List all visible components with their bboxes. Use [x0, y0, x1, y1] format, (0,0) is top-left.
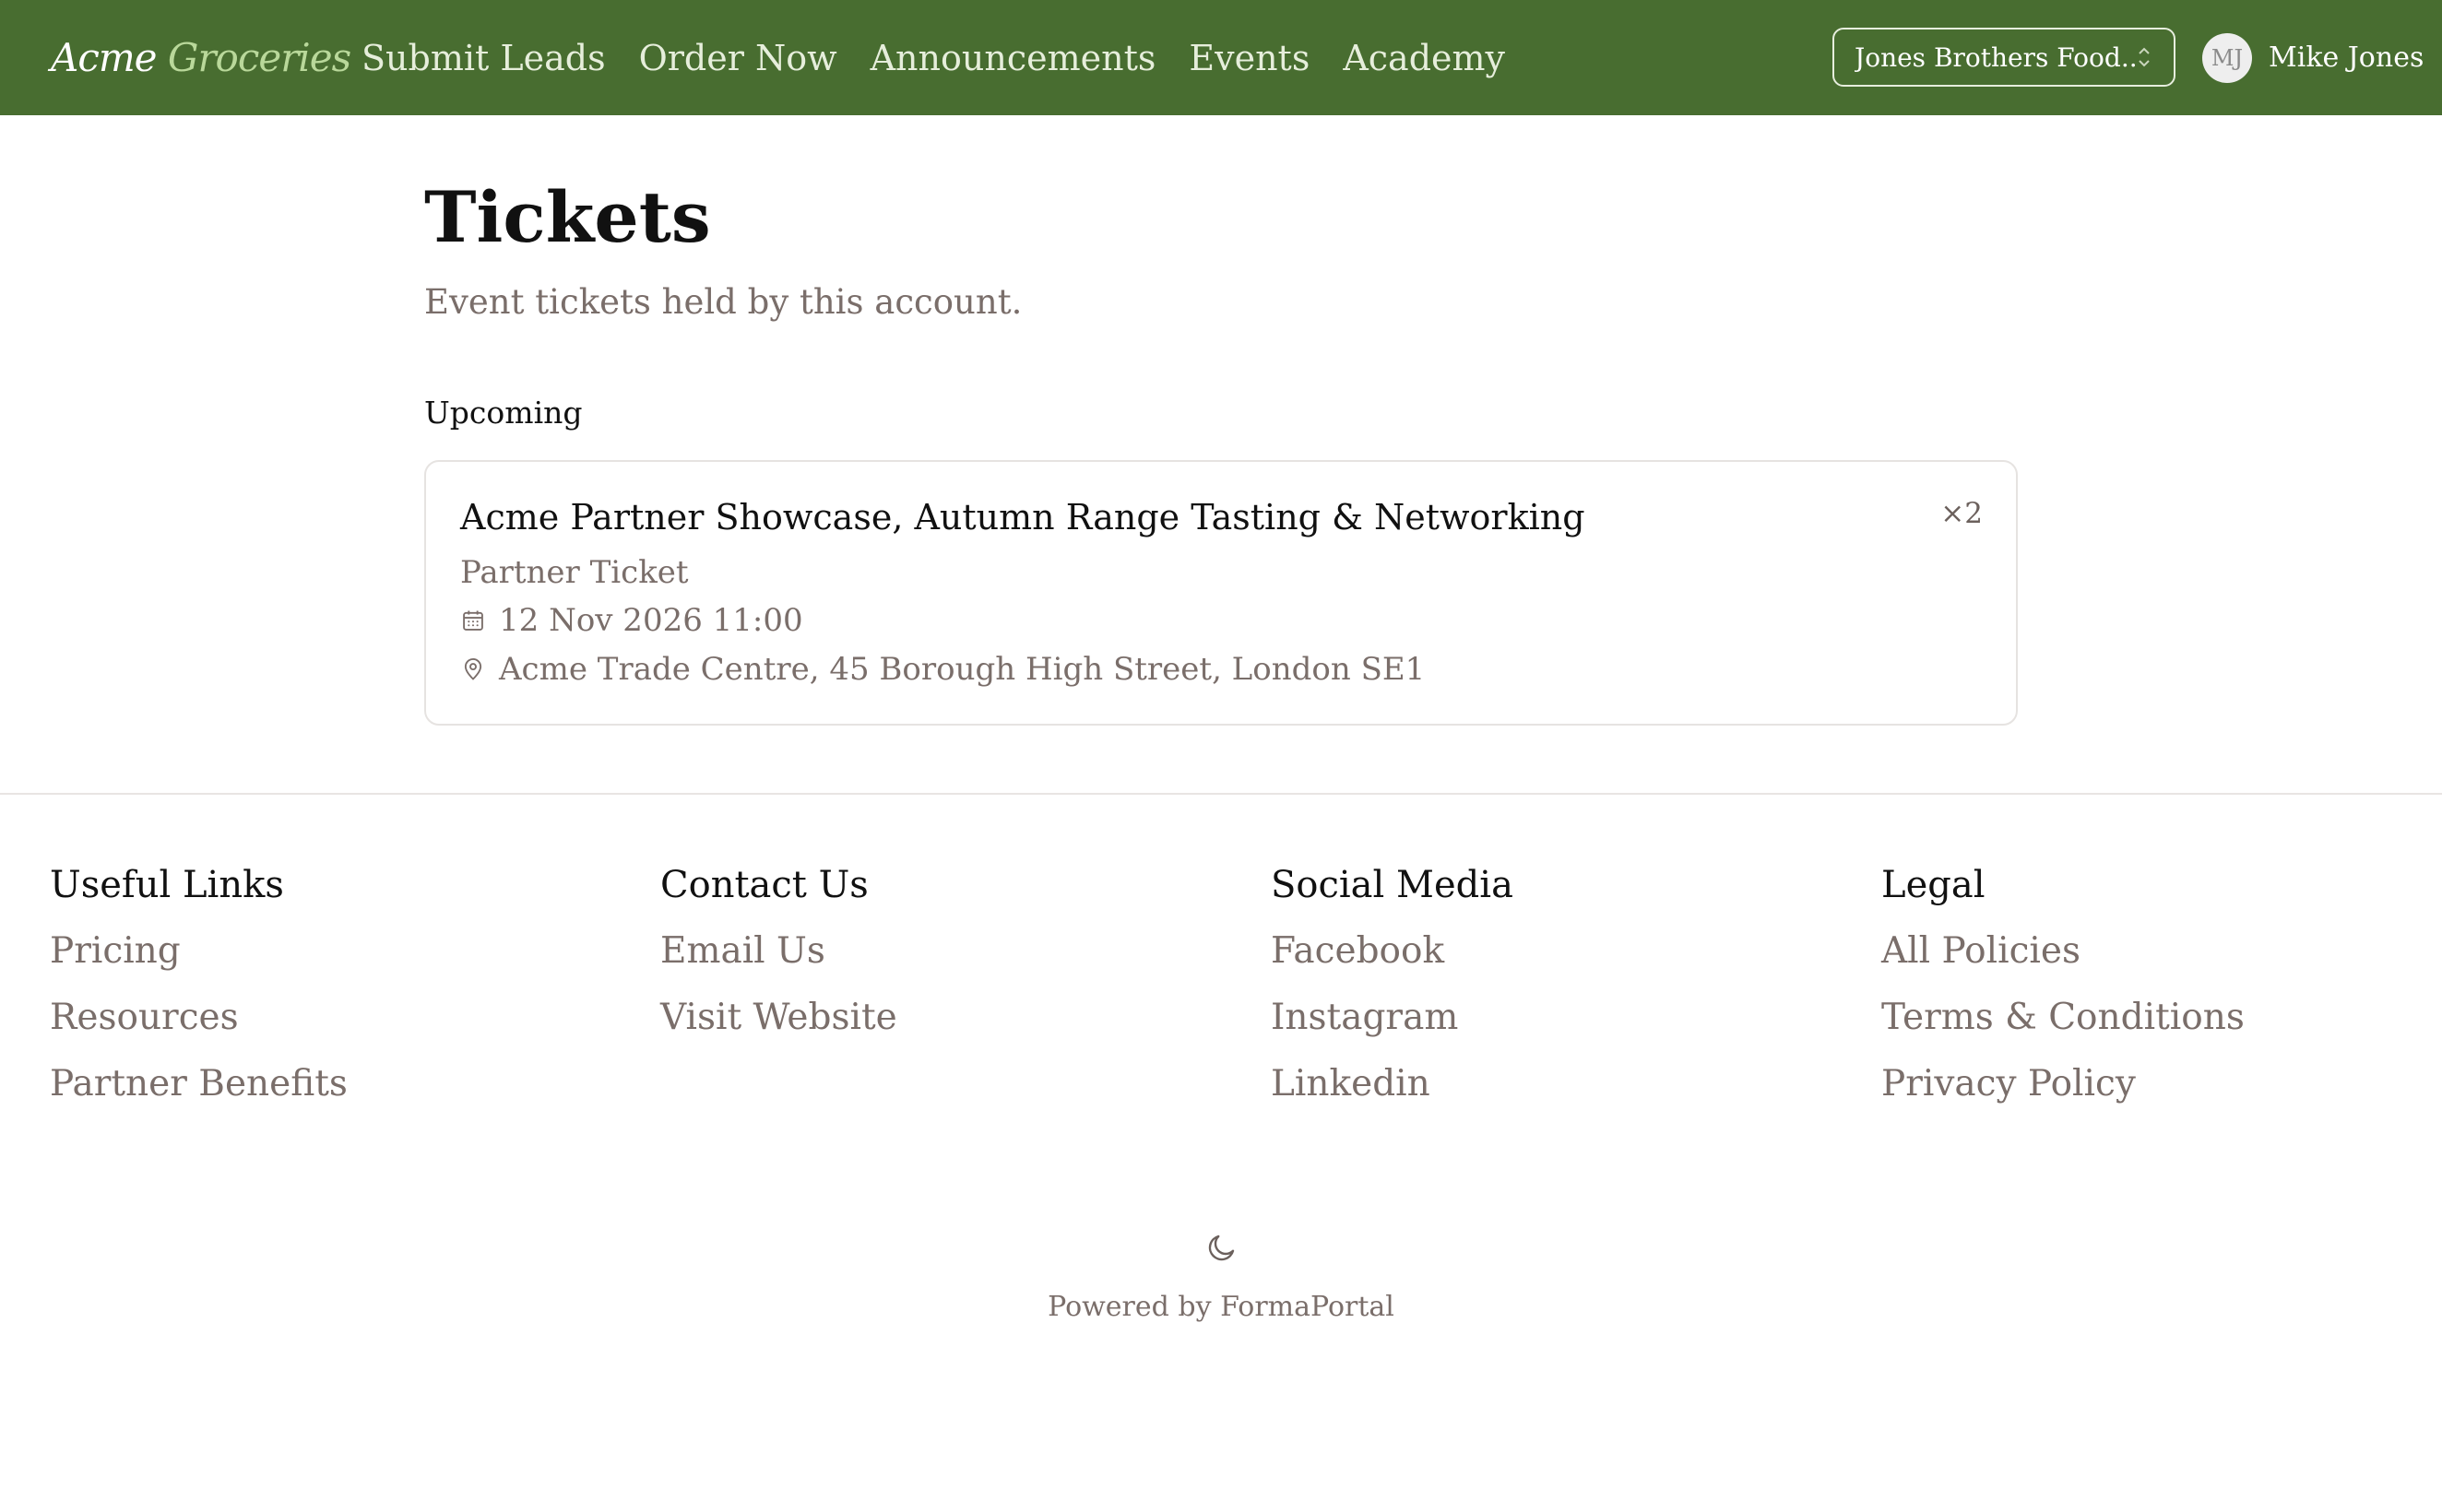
footer-link-all-policies[interactable]: All Policies	[1881, 928, 2442, 975]
footer-link-visit-website[interactable]: Visit Website	[660, 995, 1232, 1041]
footer-link-email-us[interactable]: Email Us	[660, 928, 1232, 975]
brand-name-part2: Groceries	[167, 35, 351, 80]
ticket-event-name: Acme Partner Showcase, Autumn Range Tast…	[460, 497, 1585, 537]
ticket-type: Partner Ticket	[460, 554, 689, 591]
brand-logo[interactable]: Acme Groceries	[51, 0, 351, 115]
footer-column-contact-us: Contact Us Email Us Visit Website	[660, 862, 1232, 1041]
footer-column-useful-links: Useful Links Pricing Resources Partner B…	[50, 862, 622, 1107]
footer-divider	[0, 793, 2442, 795]
calendar-icon	[463, 610, 483, 631]
footer-column-legal: Legal All Policies Terms & Conditions Pr…	[1881, 862, 2442, 1107]
footer-link-terms-conditions[interactable]: Terms & Conditions	[1881, 995, 2442, 1041]
top-navigation-bar: Acme Groceries Submit Leads Order Now An…	[0, 0, 2442, 115]
ticket-card[interactable]: Acme Partner Showcase, Autumn Range Tast…	[424, 460, 2018, 726]
brand-name-part1: Acme	[51, 35, 158, 80]
nav-order-now[interactable]: Order Now	[639, 38, 837, 78]
page-subtitle: Event tickets held by this account.	[424, 282, 1023, 322]
page-title: Tickets	[424, 176, 711, 258]
user-name[interactable]: Mike Jones	[2269, 0, 2424, 115]
footer-link-instagram[interactable]: Instagram	[1271, 995, 1843, 1041]
footer-link-pricing[interactable]: Pricing	[50, 928, 622, 975]
footer-heading: Legal	[1881, 864, 1986, 906]
footer-link-linkedin[interactable]: Linkedin	[1271, 1061, 1843, 1107]
nav-events[interactable]: Events	[1189, 38, 1310, 78]
footer-heading: Contact Us	[660, 864, 869, 906]
dark-mode-toggle-moon-icon[interactable]	[1205, 1231, 1239, 1264]
organization-selector-value: Jones Brothers Food...	[1855, 41, 2135, 73]
map-pin-icon	[464, 658, 482, 680]
avatar[interactable]: MJ	[2202, 33, 2252, 83]
ticket-location-row: Acme Trade Centre, 45 Borough High Stree…	[460, 651, 1425, 688]
footer-link-partner-benefits[interactable]: Partner Benefits	[50, 1061, 622, 1107]
footer-column-social-media: Social Media Facebook Instagram Linkedin	[1271, 862, 1843, 1107]
footer-link-resources[interactable]: Resources	[50, 995, 622, 1041]
ticket-location: Acme Trade Centre, 45 Borough High Stree…	[499, 651, 1426, 688]
section-label-upcoming: Upcoming	[424, 395, 583, 431]
footer-heading: Useful Links	[50, 864, 284, 906]
main-nav: Submit Leads Order Now Announcements Eve…	[362, 0, 1505, 115]
organization-selector[interactable]: Jones Brothers Food...	[1832, 28, 2175, 87]
powered-by-text: Powered by FormaPortal	[1048, 1291, 1394, 1323]
ticket-quantity: ×2	[1940, 497, 1983, 530]
chevron-up-down-icon	[2139, 47, 2150, 67]
footer-link-facebook[interactable]: Facebook	[1271, 928, 1843, 975]
footer-heading: Social Media	[1271, 864, 1513, 906]
footer-link-privacy-policy[interactable]: Privacy Policy	[1881, 1061, 2442, 1107]
nav-academy[interactable]: Academy	[1343, 38, 1505, 78]
ticket-datetime-row: 12 Nov 2026 11:00	[460, 602, 803, 639]
ticket-datetime: 12 Nov 2026 11:00	[499, 602, 803, 639]
nav-submit-leads[interactable]: Submit Leads	[362, 38, 606, 78]
nav-announcements[interactable]: Announcements	[871, 38, 1156, 78]
